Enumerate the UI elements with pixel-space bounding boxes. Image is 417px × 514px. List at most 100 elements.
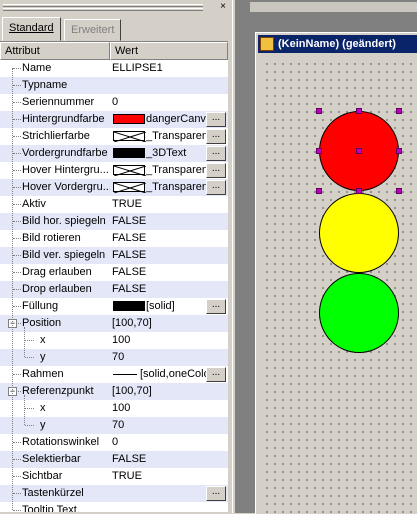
property-value[interactable]: FALSE: [112, 247, 206, 264]
property-value[interactable]: [100,70]: [112, 383, 206, 400]
property-value[interactable]: _Transparen: [146, 128, 206, 145]
selection-handle-bottom-right[interactable]: [396, 188, 402, 194]
property-row[interactable]: Tooltip Text: [0, 502, 228, 512]
tree-connector: [13, 255, 21, 256]
property-row[interactable]: Name ELLIPSE1: [0, 60, 228, 77]
properties-panel: × Standard Erweitert Attribut Wert Name E…: [0, 0, 232, 513]
column-header-value[interactable]: Wert: [110, 42, 228, 60]
ellipsis-button[interactable]: ...: [206, 299, 226, 314]
property-value[interactable]: FALSE: [112, 230, 206, 247]
tree-child-line: [24, 327, 25, 357]
selection-handle-top-left[interactable]: [316, 108, 322, 114]
panel-grip[interactable]: [3, 4, 203, 7]
property-row[interactable]: − Position [100,70]: [0, 315, 228, 332]
property-name: Hintergrundfarbe: [22, 113, 105, 125]
property-row[interactable]: Aktiv TRUE: [0, 196, 228, 213]
property-value[interactable]: [112, 485, 206, 502]
green-light-ellipse[interactable]: [319, 273, 399, 353]
close-icon[interactable]: ×: [217, 1, 229, 12]
ellipsis-button[interactable]: ...: [206, 129, 226, 144]
property-row[interactable]: − Referenzpunkt [100,70]: [0, 383, 228, 400]
property-value[interactable]: TRUE: [112, 468, 206, 485]
property-row[interactable]: Bild ver. spiegeln FALSE: [0, 247, 228, 264]
property-row[interactable]: Rahmen [solid,oneColo...: [0, 366, 228, 383]
ellipsis-button[interactable]: ...: [206, 163, 226, 178]
property-row[interactable]: Strichlierfarbe _Transparen...: [0, 128, 228, 145]
ellipsis-button[interactable]: ...: [206, 180, 226, 195]
window-titlebar[interactable]: (KeinName) (geändert): [258, 35, 417, 53]
tree-connector: [13, 306, 21, 307]
selection-handle-center[interactable]: [356, 148, 362, 154]
drawing-canvas[interactable]: [261, 58, 417, 514]
tree-connector: [13, 102, 21, 103]
ellipsis-button[interactable]: ...: [206, 367, 226, 382]
property-value[interactable]: [solid]: [146, 298, 206, 315]
property-row[interactable]: Hintergrundfarbe dangerCanv...: [0, 111, 228, 128]
property-row[interactable]: x 100: [0, 400, 228, 417]
property-row[interactable]: Selektierbar FALSE: [0, 451, 228, 468]
property-row[interactable]: x 100: [0, 332, 228, 349]
property-row[interactable]: Tastenkürzel...: [0, 485, 228, 502]
panel-titlebar[interactable]: ×: [0, 0, 232, 14]
property-value[interactable]: [112, 77, 206, 94]
property-value[interactable]: 0: [112, 94, 206, 111]
property-value[interactable]: [112, 502, 206, 512]
tree-connector: [25, 408, 34, 409]
selection-handle-bottom-left[interactable]: [316, 188, 322, 194]
editor-window[interactable]: (KeinName) (geändert): [255, 32, 417, 514]
yellow-light-ellipse[interactable]: [319, 193, 399, 273]
property-row[interactable]: Hover Hintergru... _Transparen...: [0, 162, 228, 179]
background-window[interactable]: [250, 2, 417, 12]
property-row[interactable]: y 70: [0, 417, 228, 434]
property-value[interactable]: _3DText: [146, 145, 206, 162]
selection-handle-left[interactable]: [316, 148, 322, 154]
ellipsis-button[interactable]: ...: [206, 146, 226, 161]
property-value[interactable]: FALSE: [112, 281, 206, 298]
property-row[interactable]: Drop erlauben FALSE: [0, 281, 228, 298]
property-row[interactable]: Vordergrundfarbe _3DText...: [0, 145, 228, 162]
selection-handle-right[interactable]: [396, 148, 402, 154]
property-name: Rahmen: [22, 368, 64, 380]
property-row[interactable]: Bild hor. spiegeln FALSE: [0, 213, 228, 230]
property-value[interactable]: dangerCanv: [146, 111, 206, 128]
tab-standard[interactable]: Standard: [2, 17, 61, 41]
property-grid: Attribut Wert Name ELLIPSE1 Typname Serienn…: [0, 41, 228, 512]
property-row[interactable]: Bild rotieren FALSE: [0, 230, 228, 247]
property-name: Drag erlauben: [22, 266, 92, 278]
property-row[interactable]: Füllung [solid]...: [0, 298, 228, 315]
panel-grip-lower[interactable]: [3, 8, 203, 11]
tree-connector: [13, 493, 21, 494]
property-value[interactable]: FALSE: [112, 264, 206, 281]
property-row[interactable]: Typname: [0, 77, 228, 94]
ellipsis-button[interactable]: ...: [206, 486, 226, 501]
property-value[interactable]: FALSE: [112, 451, 206, 468]
property-value[interactable]: [solid,oneColo: [140, 366, 206, 383]
property-value[interactable]: [100,70]: [112, 315, 206, 332]
column-header-attribute[interactable]: Attribut: [0, 42, 110, 60]
property-value[interactable]: _Transparen: [146, 179, 206, 196]
property-value[interactable]: TRUE: [112, 196, 206, 213]
property-row[interactable]: Seriennummer 0: [0, 94, 228, 111]
property-value[interactable]: ELLIPSE1: [112, 60, 206, 77]
property-row[interactable]: Sichtbar TRUE: [0, 468, 228, 485]
property-value[interactable]: FALSE: [112, 213, 206, 230]
tree-child-line: [24, 395, 25, 425]
property-row[interactable]: y 70: [0, 349, 228, 366]
property-value[interactable]: 100: [112, 332, 206, 349]
tree-connector: [13, 187, 21, 188]
ellipsis-button[interactable]: ...: [206, 112, 226, 127]
selection-handle-top-right[interactable]: [396, 108, 402, 114]
selection-handle-bottom[interactable]: [356, 188, 362, 194]
property-value[interactable]: 100: [112, 400, 206, 417]
tree-connector: [13, 289, 21, 290]
property-row[interactable]: Hover Vordergru... _Transparen...: [0, 179, 228, 196]
color-swatch: [113, 301, 145, 311]
property-value[interactable]: _Transparen: [146, 162, 206, 179]
property-row[interactable]: Drag erlauben FALSE: [0, 264, 228, 281]
selection-handle-top[interactable]: [356, 108, 362, 114]
property-value[interactable]: 0: [112, 434, 206, 451]
property-value[interactable]: 70: [112, 417, 206, 434]
property-row[interactable]: Rotationswinkel 0: [0, 434, 228, 451]
property-value[interactable]: 70: [112, 349, 206, 366]
tab-erweitert[interactable]: Erweitert: [64, 19, 122, 41]
